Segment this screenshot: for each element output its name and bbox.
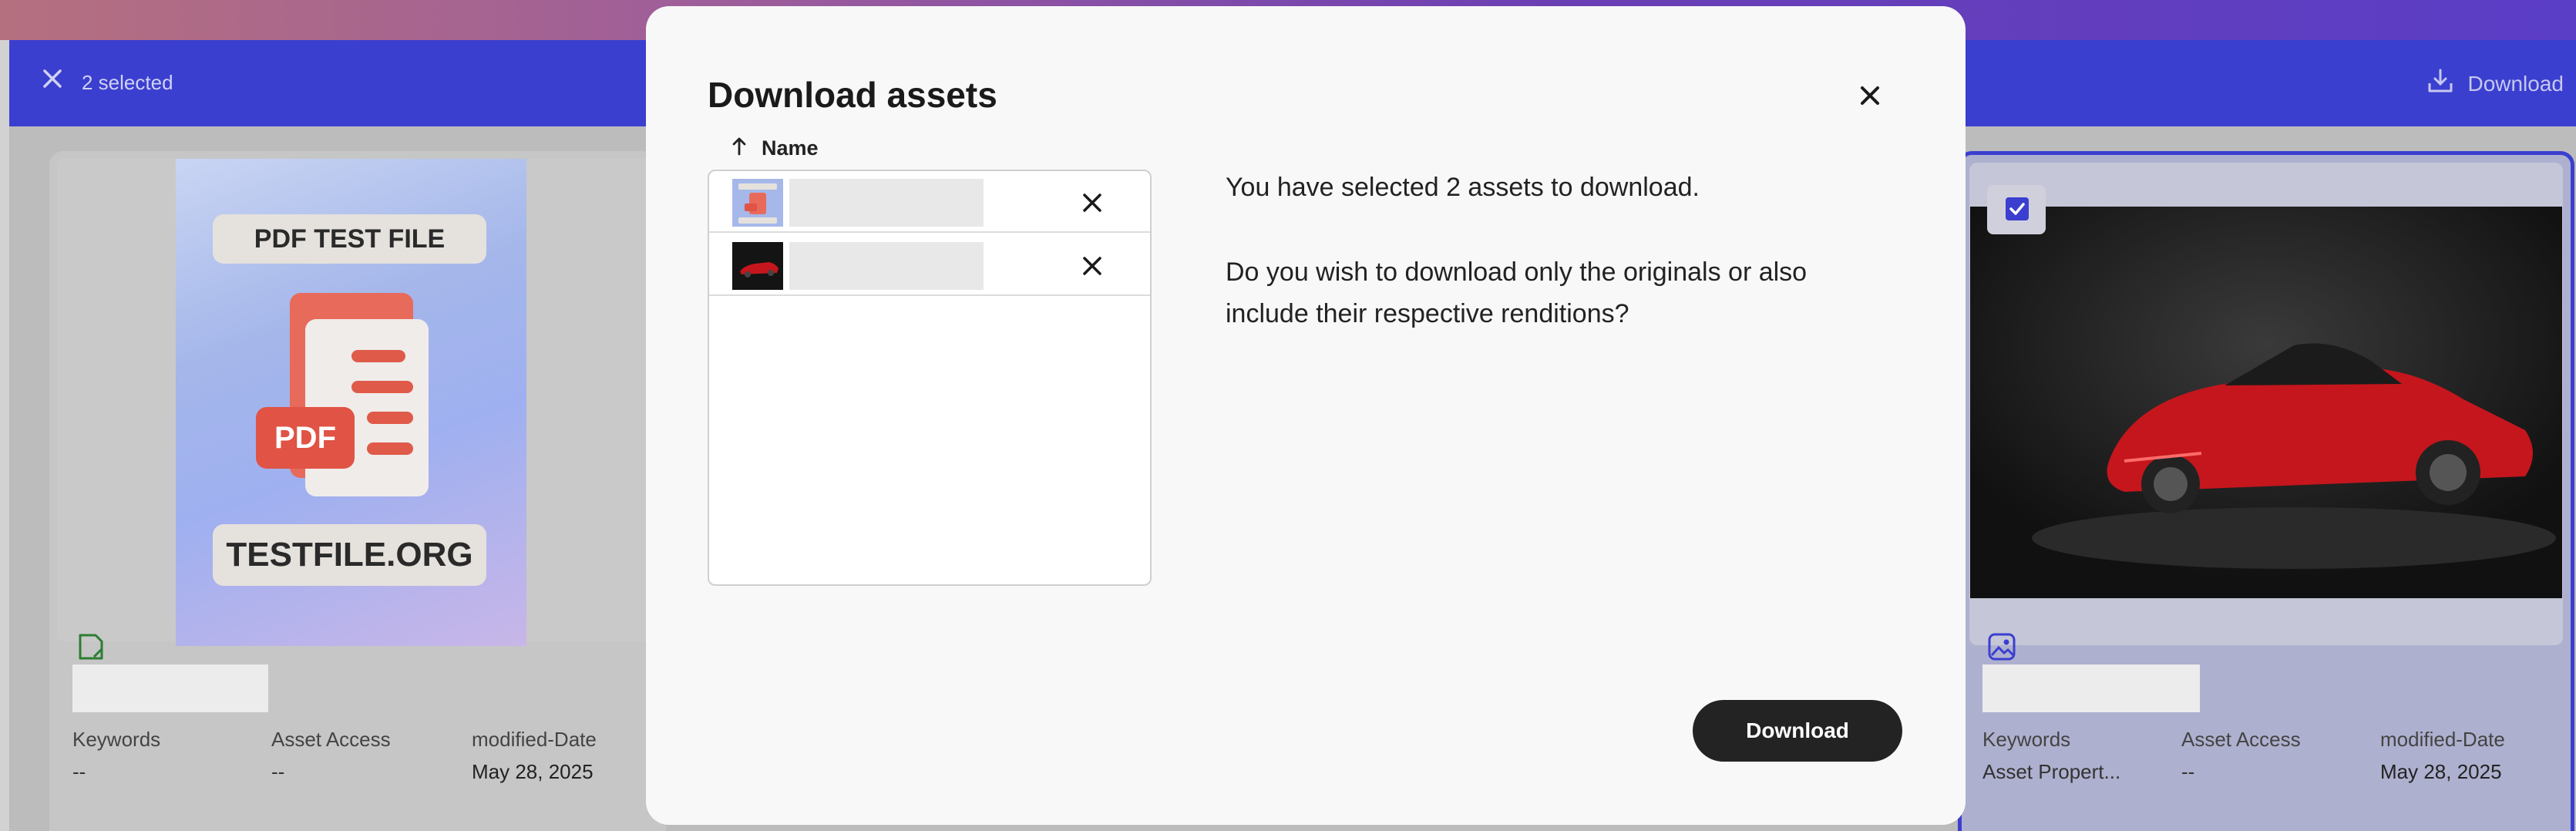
selection-checkbox[interactable]: [1987, 185, 2046, 234]
sort-arrow-up-icon: [731, 136, 748, 161]
download-button-bar[interactable]: Download: [2426, 66, 2564, 101]
close-icon[interactable]: [1855, 80, 1885, 111]
download-icon: [2426, 66, 2455, 101]
renditions-question: Do you wish to download only the origina…: [1226, 257, 1808, 328]
meta-label-access: Asset Access: [271, 728, 391, 751]
meta-label-keywords: Keywords: [1982, 728, 2071, 751]
selection-count: 2 selected: [82, 71, 173, 94]
meta-value-date: May 28, 2025: [2380, 760, 2502, 783]
meta-value-keywords: Asset Propert...: [1982, 760, 2121, 783]
asset-name-placeholder: [72, 664, 268, 712]
list-item: [709, 171, 1150, 233]
meta-value-access: --: [2181, 760, 2195, 783]
meta-label-access: Asset Access: [2181, 728, 2301, 751]
car-thumbnail: [1970, 207, 2562, 598]
pdf-badge: PDF: [256, 407, 355, 469]
checkbox-checked-icon: [2006, 197, 2029, 220]
name-column-header[interactable]: Name: [731, 136, 819, 161]
pdf-thumb-footer: TESTFILE.ORG: [213, 524, 486, 586]
download-dialog: Download assets Name You have selected 2…: [646, 6, 1966, 825]
name-column-label: Name: [762, 136, 819, 160]
asset-name-placeholder: [789, 242, 984, 290]
image-icon: [1987, 632, 2016, 665]
remove-icon[interactable]: [1081, 191, 1104, 214]
asset-list: [708, 170, 1152, 586]
asset-thumbnail-pdf: [732, 179, 783, 227]
download-button[interactable]: Download: [1693, 700, 1902, 762]
document-icon: [77, 632, 105, 665]
meta-value-keywords: --: [72, 760, 86, 783]
asset-thumbnail-image: [732, 242, 783, 290]
list-item: [709, 234, 1150, 296]
remove-icon[interactable]: [1081, 254, 1104, 278]
selection-message: You have selected 2 assets to download.: [1226, 173, 1700, 202]
asset-name-placeholder: [1982, 664, 2200, 712]
asset-name-placeholder: [789, 179, 984, 227]
meta-label-date: modified-Date: [472, 728, 597, 751]
meta-label-date: modified-Date: [2380, 728, 2505, 751]
pdf-thumb-title: PDF TEST FILE: [213, 214, 486, 264]
meta-value-access: --: [271, 760, 285, 783]
download-label: Download: [2467, 71, 2564, 96]
close-icon[interactable]: [40, 66, 65, 95]
pdf-thumbnail: PDF TEST FILE PDF TESTFILE.ORG: [176, 159, 526, 646]
meta-value-date: May 28, 2025: [472, 760, 594, 783]
dialog-title: Download assets: [708, 75, 997, 115]
meta-label-keywords: Keywords: [72, 728, 161, 751]
